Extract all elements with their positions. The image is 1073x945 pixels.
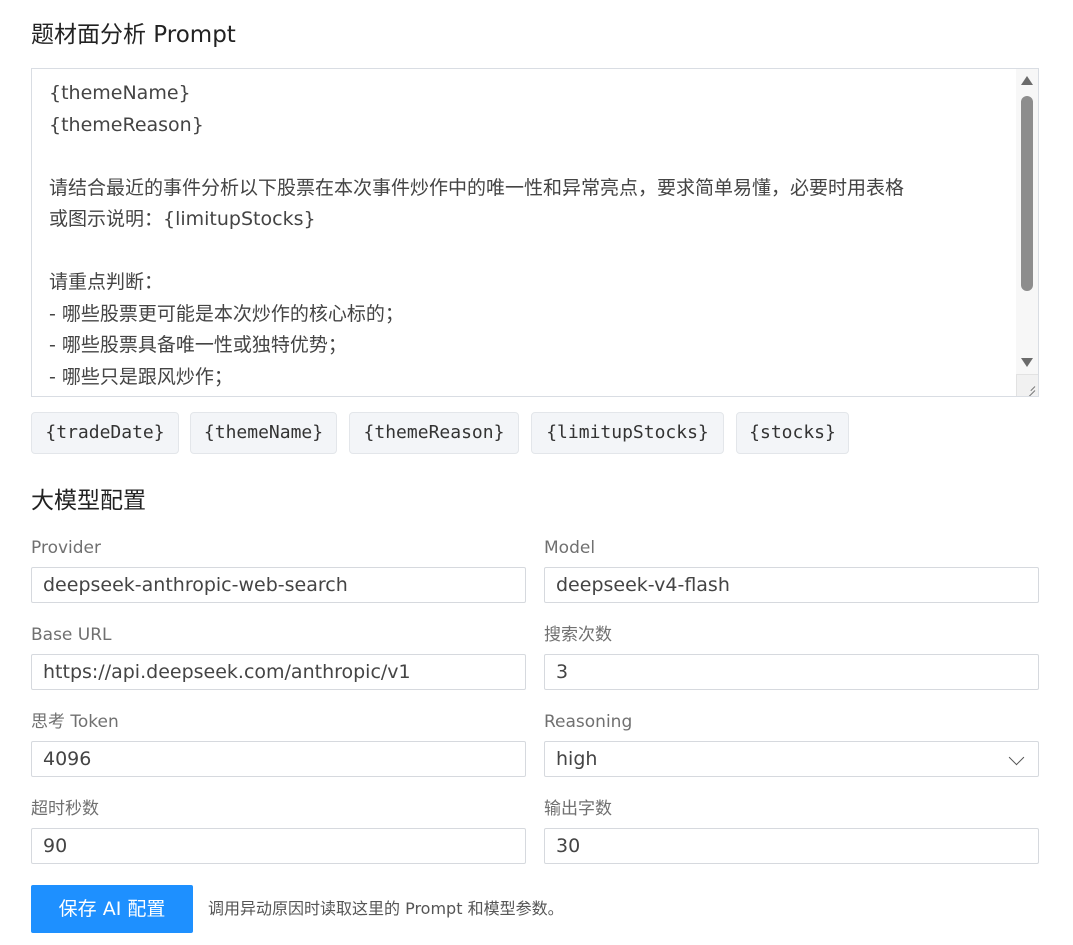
prompt-section-title: 题材面分析 Prompt [31, 22, 236, 48]
provider-label: Provider [31, 538, 101, 558]
variable-chip-limitupstocks[interactable]: {limitupStocks} [531, 412, 724, 454]
ai-config-page: 题材面分析 Prompt {themeName} {themeReason} 请结合… [0, 0, 1073, 945]
provider-input[interactable]: deepseek-anthropic-web-search [31, 567, 526, 603]
model-section-title: 大模型配置 [31, 488, 146, 514]
save-ai-config-button[interactable]: 保存 AI 配置 [31, 885, 193, 933]
reasoning-selected-value: high [556, 748, 598, 770]
base-url-input[interactable]: https://api.deepseek.com/anthropic/v1 [31, 654, 526, 690]
model-label: Model [544, 538, 596, 558]
output-chars-label: 输出字数 [544, 799, 612, 819]
prompt-text-content: {themeName} {themeReason} 请结合最近的事件分析以下股票在本… [49, 78, 1009, 393]
resize-handle-icon[interactable] [1016, 374, 1038, 396]
base-url-label: Base URL [31, 625, 112, 645]
search-count-label: 搜索次数 [544, 625, 612, 645]
prompt-line: 请结合最近的事件分析以下股票在本次事件炒作中的唯一性和异常亮点，要求简单易懂，必… [49, 176, 905, 199]
scroll-down-arrow-icon[interactable] [1021, 358, 1033, 367]
reasoning-select[interactable]: high [544, 741, 1039, 777]
timeout-label: 超时秒数 [31, 799, 99, 819]
thinking-token-label: 思考 Token [31, 712, 119, 732]
model-input[interactable]: deepseek-v4-flash [544, 567, 1039, 603]
prompt-line: - 哪些股票具备唯一性或独特优势； [49, 334, 347, 356]
prompt-line: {themeName} [49, 82, 191, 104]
chevron-down-icon [1008, 749, 1025, 766]
prompt-scrollbar[interactable] [1016, 69, 1038, 375]
prompt-line: 或图示说明：{limitupStocks} [49, 208, 316, 230]
variable-chip-themename[interactable]: {themeName} [190, 412, 337, 454]
output-chars-input[interactable]: 30 [544, 828, 1039, 864]
save-hint-text: 调用异动原因时读取这里的 Prompt 和模型参数。 [208, 899, 564, 918]
prompt-line [49, 141, 1009, 173]
timeout-input[interactable]: 90 [31, 828, 526, 864]
prompt-line [49, 236, 1009, 268]
thinking-token-input[interactable]: 4096 [31, 741, 526, 777]
scroll-thumb[interactable] [1021, 96, 1033, 291]
prompt-line: - 哪些只是跟风炒作； [49, 365, 233, 388]
search-count-input[interactable]: 3 [544, 654, 1039, 690]
scroll-up-arrow-icon[interactable] [1021, 76, 1033, 85]
prompt-line: {themeReason} [49, 113, 204, 136]
prompt-line: - 哪些股票更可能是本次炒作的核心标的； [49, 302, 404, 325]
prompt-line: 请重点判断： [49, 271, 164, 293]
reasoning-label: Reasoning [544, 712, 633, 732]
prompt-textarea[interactable]: {themeName} {themeReason} 请结合最近的事件分析以下股票在本… [31, 68, 1039, 397]
variable-chip-tradedate[interactable]: {tradeDate} [31, 412, 179, 454]
variable-chip-themereason[interactable]: {themeReason} [349, 412, 519, 454]
variable-chip-stocks[interactable]: {stocks} [736, 412, 849, 454]
